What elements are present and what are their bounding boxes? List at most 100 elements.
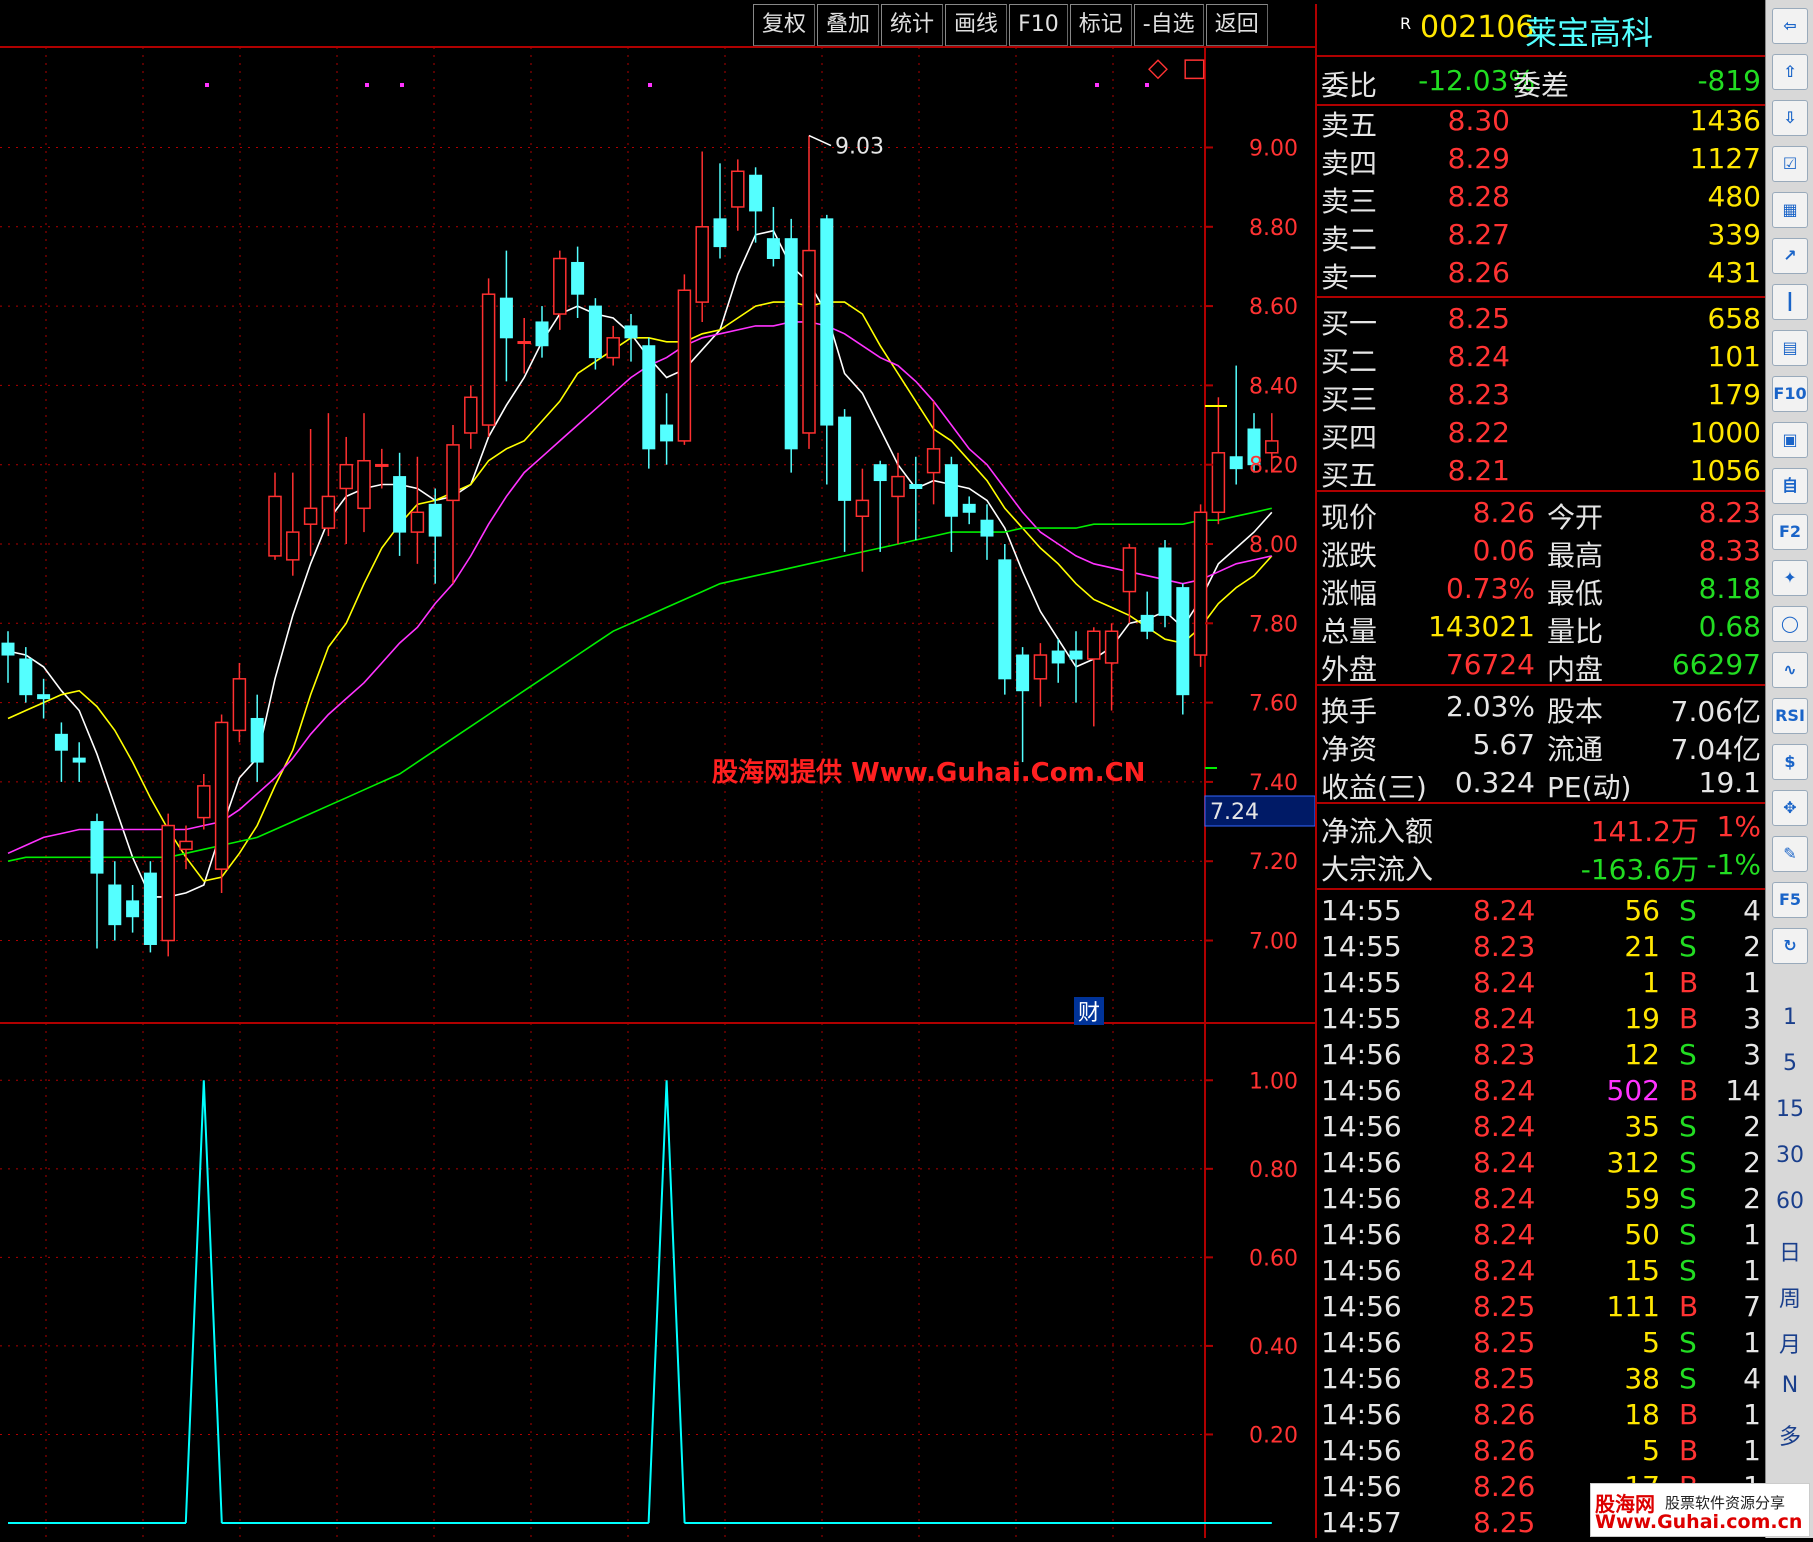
kline-chart-area[interactable]: 9.00 8.80 8.60 8.40 8.20 8.00 7.80 7.60 7.40 7.20… (0, 0, 1316, 1538)
down-arrow-icon[interactable]: ⇩ (1772, 100, 1808, 136)
candle[interactable] (161, 813, 175, 957)
quote-label: 现价 (1321, 501, 1378, 534)
tick-side: B (1679, 966, 1699, 999)
pencil-icon[interactable]: ✎ (1772, 836, 1808, 872)
chart-line-icon[interactable]: ↗ (1772, 238, 1808, 274)
bid-row: 买五 8.21 1056 (1321, 454, 1765, 492)
f2-icon[interactable]: F2 (1772, 514, 1808, 550)
toolbar-button[interactable]: -自选 (1133, 4, 1204, 46)
toolbar-button[interactable]: F10 (1009, 4, 1068, 46)
site-logo: 股海网 股票软件资源分享 Www.Guhai.com.cn (1590, 1483, 1810, 1537)
quote-value: 0.68 (1698, 610, 1761, 643)
tick-side: S (1679, 1362, 1697, 1395)
finance-marker[interactable]: 财 (1078, 1001, 1100, 1026)
candle[interactable] (784, 218, 798, 473)
flow-label: 净流入额 (1321, 815, 1434, 848)
y-tick-label: 7.60 (1249, 692, 1298, 717)
tick-time: 14:56 (1321, 1470, 1402, 1503)
candle[interactable] (1176, 583, 1190, 715)
up-arrow-icon[interactable]: ⇧ (1772, 54, 1808, 90)
tick-count: 7 (1743, 1290, 1761, 1323)
tick-price: 8.25 (1473, 1326, 1536, 1359)
period-button[interactable]: 60 (1766, 1189, 1813, 1214)
square-icon[interactable]: □ (1182, 53, 1207, 83)
period-button[interactable]: 多 (1766, 1419, 1813, 1451)
circle-icon[interactable]: ◯ (1772, 606, 1808, 642)
f5-icon[interactable]: F5 (1772, 882, 1808, 918)
candle[interactable] (214, 714, 229, 893)
fund-value: 7.06亿 (1670, 695, 1761, 728)
refresh-icon[interactable]: ↻ (1772, 928, 1808, 964)
signal-dot (1145, 83, 1149, 87)
candle[interactable] (1193, 504, 1208, 667)
period-button[interactable]: 30 (1766, 1143, 1813, 1168)
tick-time: 14:55 (1321, 1002, 1402, 1035)
tick-count: 4 (1743, 894, 1761, 927)
dollar-icon[interactable]: $ (1772, 744, 1808, 780)
toolbar-button[interactable]: 画线 (945, 4, 1008, 46)
sub-y-tick-label: 0.40 (1249, 1335, 1298, 1360)
ask-row: 卖三 8.28 480 (1321, 180, 1765, 218)
candle[interactable] (998, 544, 1012, 695)
checklist-icon[interactable]: ☑ (1772, 146, 1808, 182)
candle[interactable] (481, 278, 496, 437)
quote-row: 涨跌 0.06 最高 8.33 (1321, 534, 1765, 572)
period-button[interactable]: 月 (1766, 1327, 1813, 1359)
quote-value: 0.06 (1472, 534, 1535, 567)
quote-value: 66297 (1671, 648, 1761, 681)
tick-volume: 1 (1642, 966, 1660, 999)
news-icon[interactable]: ▤ (1772, 330, 1808, 366)
toolbar-button[interactable]: 标记 (1069, 4, 1132, 46)
period-button[interactable]: N (1766, 1373, 1813, 1398)
candle[interactable] (143, 861, 157, 953)
candle[interactable] (677, 274, 692, 445)
move-icon[interactable]: ✥ (1772, 790, 1808, 826)
toolbar-button[interactable]: 返回 (1205, 4, 1268, 46)
flow-pct: 1% (1716, 810, 1761, 843)
tick-count: 2 (1743, 1182, 1761, 1215)
period-button[interactable]: 1 (1766, 1005, 1813, 1030)
rsi-icon[interactable]: RSI (1772, 698, 1808, 734)
tick-volume: 56 (1624, 894, 1660, 927)
period-button[interactable]: 日 (1766, 1235, 1813, 1267)
quote-label: 今开 (1547, 501, 1604, 534)
ask-volume: 1436 (1689, 104, 1761, 137)
chart-wave-icon[interactable]: ∿ (1772, 652, 1808, 688)
quote-label: 最高 (1547, 539, 1604, 572)
toolbar-button[interactable]: 统计 (881, 4, 944, 46)
ask-volume: 1127 (1689, 142, 1761, 175)
tick-row: 14:56 8.24 312 S 2 (1321, 1146, 1765, 1182)
quote-row: 外盘 76724 内盘 66297 (1321, 648, 1765, 686)
candle[interactable] (1158, 540, 1172, 628)
tick-time: 14:56 (1321, 1326, 1402, 1359)
side-toolbar: ⇦ ⇧ ⇩ ☑ ▦ ↗ ┃ ▤ F10 ▣ 自 F2 ✦ ◯ ∿ RSI $ ✥ ✎ F5 ↻ 1 5 15 30 60 日周月 N 多 (1765, 0, 1813, 1538)
y-tick-label: 7.80 (1249, 612, 1298, 637)
f10-icon[interactable]: F10 (1772, 376, 1808, 412)
toolbar-button[interactable]: 叠加 (817, 4, 880, 46)
diamond-icon[interactable]: ◇ (1148, 53, 1168, 83)
toolbar-button[interactable]: 复权 (753, 4, 816, 46)
period-button[interactable]: 15 (1766, 1097, 1813, 1122)
back-icon[interactable]: ⇦ (1772, 8, 1808, 44)
compass-icon[interactable]: ✦ (1772, 560, 1808, 596)
quote-value: 143021 (1428, 610, 1535, 643)
ask-volume: 480 (1707, 180, 1761, 213)
ask-price: 8.28 (1447, 180, 1510, 213)
tick-price: 8.26 (1473, 1470, 1536, 1503)
tick-row: 14:55 8.24 1 B 1 (1321, 966, 1765, 1002)
period-button[interactable]: 周 (1766, 1281, 1813, 1313)
bid-volume: 658 (1707, 302, 1761, 335)
self-select-icon[interactable]: 自 (1772, 468, 1808, 504)
grid-icon[interactable]: ▦ (1772, 192, 1808, 228)
candle[interactable] (642, 337, 656, 469)
period-button[interactable]: 5 (1766, 1051, 1813, 1076)
tick-time: 14:56 (1321, 1254, 1402, 1287)
tick-volume: 19 (1624, 1002, 1660, 1035)
info-icon[interactable]: ▣ (1772, 422, 1808, 458)
fund-label: 净资 (1321, 733, 1378, 766)
candle-icon[interactable]: ┃ (1772, 284, 1808, 320)
tick-time: 14:55 (1321, 930, 1402, 963)
tick-row: 14:56 8.25 38 S 4 (1321, 1362, 1765, 1398)
tick-count: 1 (1743, 966, 1761, 999)
bid-level-label: 买二 (1321, 345, 1378, 378)
